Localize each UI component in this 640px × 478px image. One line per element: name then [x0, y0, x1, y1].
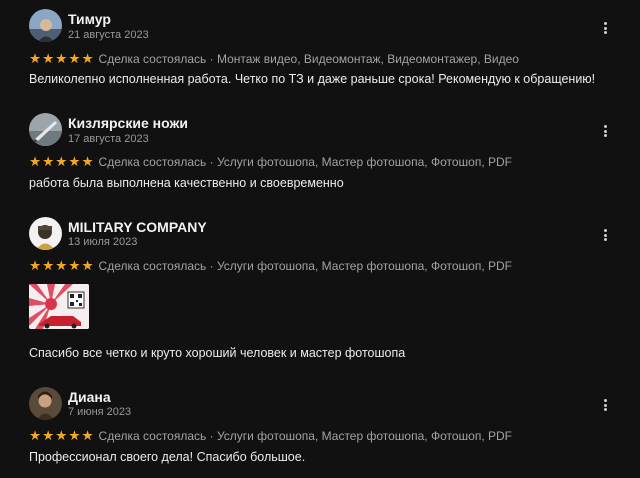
deal-info: Сделка состоялась · Услуги фотошопа, Мас…: [98, 259, 512, 273]
more-options-icon[interactable]: [598, 123, 612, 139]
star-icon: ★: [81, 51, 94, 67]
star-icon: ★: [55, 428, 68, 444]
star-rating: ★ ★ ★ ★ ★: [29, 154, 94, 170]
star-icon: ★: [42, 258, 55, 274]
star-icon: ★: [42, 428, 55, 444]
review-date: 17 августа 2023: [68, 133, 149, 145]
author-name[interactable]: Тимур: [68, 11, 111, 27]
star-rating: ★ ★ ★ ★ ★: [29, 51, 94, 67]
deal-info: Сделка состоялась · Монтаж видео, Видеом…: [98, 52, 519, 66]
star-icon: ★: [42, 154, 55, 170]
review-text: работа была выполнена качественно и свое…: [29, 176, 344, 190]
star-icon: ★: [29, 428, 42, 444]
star-icon: ★: [68, 428, 81, 444]
star-icon: ★: [81, 428, 94, 444]
more-options-icon[interactable]: [598, 397, 612, 413]
star-icon: ★: [29, 51, 42, 67]
star-icon: ★: [29, 258, 42, 274]
deal-info: Сделка состоялась · Услуги фотошопа, Мас…: [98, 429, 512, 443]
star-icon: ★: [29, 154, 42, 170]
review-text: Великолепно исполненная работа. Четко по…: [29, 72, 596, 86]
review-text: Спасибо все четко и круто хороший челове…: [29, 346, 406, 360]
review-date: 21 августа 2023: [68, 29, 149, 41]
star-icon: ★: [81, 154, 94, 170]
rating-line: ★ ★ ★ ★ ★ Сделка состоялась · Услуги фот…: [29, 154, 512, 170]
star-rating: ★ ★ ★ ★ ★: [29, 258, 94, 274]
review-date: 13 июля 2023: [68, 236, 138, 248]
star-icon: ★: [42, 51, 55, 67]
star-rating: ★ ★ ★ ★ ★: [29, 428, 94, 444]
author-avatar[interactable]: [29, 217, 62, 250]
author-avatar[interactable]: [29, 113, 62, 146]
star-icon: ★: [55, 51, 68, 67]
star-icon: ★: [68, 154, 81, 170]
more-options-icon[interactable]: [598, 227, 612, 243]
star-icon: ★: [55, 258, 68, 274]
author-name[interactable]: MILITARY COMPANY: [68, 219, 207, 235]
star-icon: ★: [68, 51, 81, 67]
rating-line: ★ ★ ★ ★ ★ Сделка состоялась · Услуги фот…: [29, 258, 512, 274]
star-icon: ★: [68, 258, 81, 274]
author-name[interactable]: Кизлярские ножи: [68, 115, 188, 131]
deal-info: Сделка состоялась · Услуги фотошопа, Мас…: [98, 155, 512, 169]
rating-line: ★ ★ ★ ★ ★ Сделка состоялась · Монтаж вид…: [29, 51, 519, 67]
rating-line: ★ ★ ★ ★ ★ Сделка состоялась · Услуги фот…: [29, 428, 512, 444]
review-date: 7 июня 2023: [68, 406, 132, 418]
star-icon: ★: [55, 154, 68, 170]
star-icon: ★: [81, 258, 94, 274]
author-avatar[interactable]: [29, 9, 62, 42]
more-options-icon[interactable]: [598, 20, 612, 36]
author-avatar[interactable]: [29, 387, 62, 420]
review-text: Профессионал своего дела! Спасибо большо…: [29, 450, 306, 464]
attachment-thumbnail[interactable]: [29, 284, 89, 329]
author-name[interactable]: Диана: [68, 389, 111, 405]
